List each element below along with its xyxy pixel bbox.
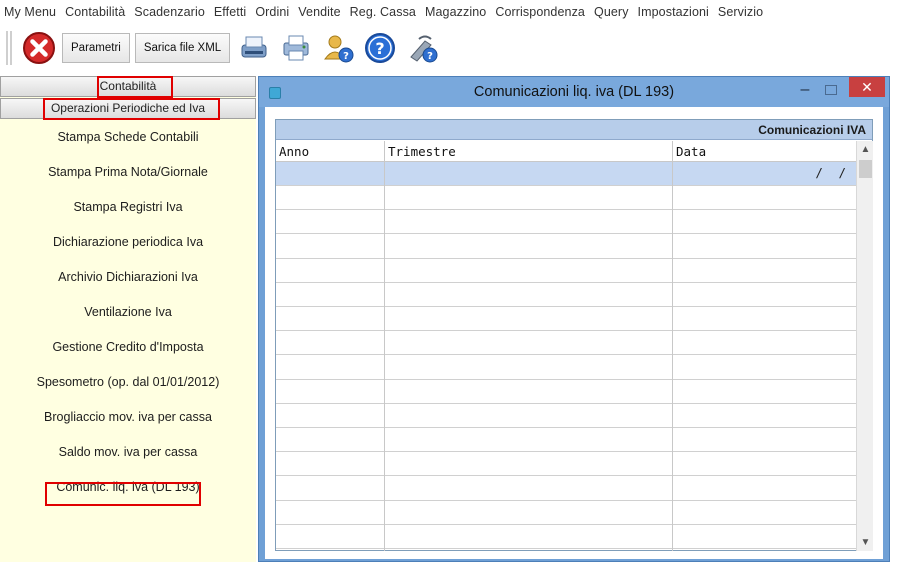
column-header-trimestre[interactable]: Trimestre xyxy=(385,141,672,162)
table-row[interactable] xyxy=(276,477,856,501)
table-row[interactable] xyxy=(276,283,856,307)
scroll-down-icon[interactable]: ▼ xyxy=(857,534,874,551)
svg-text:?: ? xyxy=(427,51,433,62)
app-icon xyxy=(269,87,281,99)
highlight-operazioni xyxy=(43,98,220,120)
menu-link[interactable]: Dichiarazione periodica Iva xyxy=(0,235,256,249)
menu-item[interactable]: Vendite xyxy=(298,5,340,19)
highlight-contabilita xyxy=(97,76,173,98)
table-row[interactable] xyxy=(276,210,856,235)
menu-item[interactable]: Scadenzario xyxy=(134,5,205,19)
table-row[interactable] xyxy=(276,404,856,428)
tools-help-icon[interactable]: ? xyxy=(403,29,441,67)
menu-item[interactable]: Ordini xyxy=(255,5,289,19)
dialog-titlebar[interactable]: Comunicazioni liq. iva (DL 193) – ✕ xyxy=(259,77,889,107)
menu-item[interactable]: Reg. Cassa xyxy=(350,5,416,19)
svg-text:?: ? xyxy=(376,39,385,58)
column-divider xyxy=(384,141,385,551)
menu-link[interactable]: Brogliaccio mov. iva per cassa xyxy=(0,410,256,424)
close-red-x-icon[interactable] xyxy=(20,29,58,67)
menu-item[interactable]: Impostazioni xyxy=(638,5,709,19)
parametri-button[interactable]: Parametri xyxy=(62,33,130,63)
menu-item[interactable]: Contabilità xyxy=(65,5,125,19)
menu-link[interactable]: Ventilazione Iva xyxy=(0,305,256,319)
column-header-anno[interactable]: Anno xyxy=(276,141,384,162)
dialog-client: Comunicazioni IVA Anno Trimestre Data / … xyxy=(265,107,883,559)
menu-link[interactable]: Spesometro (op. dal 01/01/2012) xyxy=(0,375,256,389)
scroll-up-icon[interactable]: ▲ xyxy=(857,141,874,158)
table-row[interactable]: / / xyxy=(276,162,856,186)
menu-item[interactable]: Query xyxy=(594,5,629,19)
menu-link[interactable]: Stampa Schede Contabili xyxy=(0,130,256,144)
toolbar-grip[interactable] xyxy=(6,31,12,65)
table-row[interactable] xyxy=(276,331,856,356)
menu-link[interactable]: Gestione Credito d'Imposta xyxy=(0,340,256,354)
menu-item[interactable]: My Menu xyxy=(4,5,56,19)
column-divider xyxy=(672,141,673,551)
iva-grid: Comunicazioni IVA Anno Trimestre Data / … xyxy=(275,119,873,551)
menu-link[interactable]: Saldo mov. iva per cassa xyxy=(0,445,256,459)
printer-icon[interactable] xyxy=(277,29,315,67)
scroll-thumb[interactable] xyxy=(859,160,872,178)
menu-item[interactable]: Corrispondenza xyxy=(495,5,585,19)
close-button[interactable]: ✕ xyxy=(849,77,885,97)
table-row[interactable] xyxy=(276,307,856,332)
menu-item[interactable]: Effetti xyxy=(214,5,246,19)
highlight-comunic xyxy=(45,482,201,506)
menu-link[interactable]: Stampa Prima Nota/Giornale xyxy=(0,165,256,179)
minimize-button[interactable]: – xyxy=(797,82,813,99)
dialog-title: Comunicazioni liq. iva (DL 193) xyxy=(473,84,675,100)
table-row[interactable] xyxy=(276,259,856,283)
scanner-icon[interactable] xyxy=(235,29,273,67)
menu-item[interactable]: Magazzino xyxy=(425,5,486,19)
table-row[interactable] xyxy=(276,501,856,525)
menu-item[interactable]: Servizio xyxy=(718,5,763,19)
column-header-data[interactable]: Data xyxy=(673,141,856,162)
menu-bar: My Menu Contabilità Scadenzario Effetti Ordi… xyxy=(0,0,909,24)
date-cell[interactable]: / / xyxy=(815,162,850,184)
toolbar: Parametri Sarica file XML ? ? ? xyxy=(0,26,909,70)
vertical-scrollbar[interactable]: ▲ ▼ xyxy=(856,141,873,551)
table-row[interactable] xyxy=(276,186,856,211)
help-icon[interactable]: ? xyxy=(361,29,399,67)
table-row[interactable] xyxy=(276,428,856,453)
table-row[interactable] xyxy=(276,235,856,259)
table-row[interactable] xyxy=(276,356,856,380)
table-row[interactable] xyxy=(276,525,856,549)
maximize-button[interactable] xyxy=(825,85,837,95)
svg-text:?: ? xyxy=(343,51,349,62)
menu-link[interactable]: Stampa Registri Iva xyxy=(0,200,256,214)
table-row[interactable] xyxy=(276,380,856,404)
left-panel: Contabilità Operazioni Periodiche ed Iva… xyxy=(0,76,256,562)
dialog-comunicazioni: Comunicazioni liq. iva (DL 193) – ✕ Comu… xyxy=(258,76,890,562)
sarica-xml-button[interactable]: Sarica file XML xyxy=(134,33,231,63)
menu-link[interactable]: Archivio Dichiarazioni Iva xyxy=(0,270,256,284)
grid-group-title: Comunicazioni IVA xyxy=(276,120,872,140)
user-help-icon[interactable]: ? xyxy=(319,29,357,67)
table-row[interactable] xyxy=(276,452,856,477)
